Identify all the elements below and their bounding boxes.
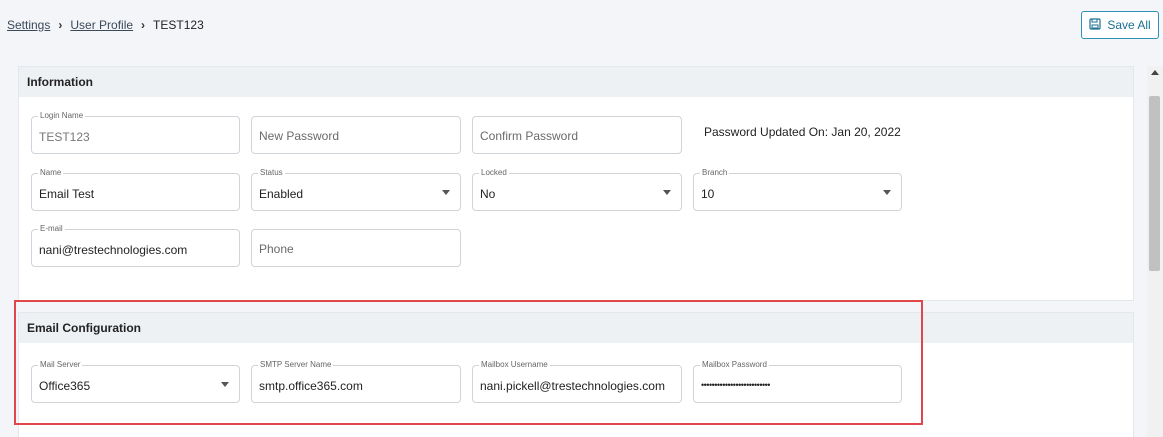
email-label: E-mail	[38, 224, 65, 234]
scroll-up-arrow-icon[interactable]	[1151, 70, 1159, 75]
breadcrumb: Settings › User Profile › TEST123	[7, 16, 204, 34]
branch-label: Branch	[700, 168, 730, 178]
new-password-placeholder: New Password	[259, 129, 340, 143]
chevron-right-icon: ›	[141, 18, 146, 32]
save-all-label: Save All	[1107, 18, 1151, 32]
mailbox-password-value: ••••••••••••••••••••••••••	[701, 380, 770, 390]
status-label: Status	[258, 168, 285, 178]
login-name-value: TEST123	[39, 130, 90, 144]
locked-value: No	[480, 187, 496, 201]
status-select[interactable]: Status Enabled	[251, 168, 461, 211]
chevron-down-icon	[442, 190, 450, 195]
breadcrumb-user-profile-link[interactable]: User Profile	[70, 18, 133, 32]
save-icon	[1089, 17, 1101, 33]
mailbox-password-label: Mailbox Password	[700, 360, 769, 370]
branch-select[interactable]: Branch 10	[693, 168, 902, 211]
smtp-server-field[interactable]: SMTP Server Name smtp.office365.com	[251, 360, 461, 403]
breadcrumb-settings-link[interactable]: Settings	[7, 18, 50, 32]
name-value: Email Test	[39, 187, 95, 201]
smtp-server-label: SMTP Server Name	[258, 360, 334, 370]
login-name-field[interactable]: Login Name TEST123	[31, 111, 240, 154]
breadcrumb-current: TEST123	[153, 18, 204, 32]
locked-label: Locked	[479, 168, 509, 178]
email-field[interactable]: E-mail nani@trestechnologies.com	[31, 224, 240, 267]
vertical-scrollbar[interactable]	[1147, 66, 1163, 437]
mailbox-username-field[interactable]: Mailbox Username nani.pickell@trestechno…	[472, 360, 682, 403]
confirm-password-placeholder: Confirm Password	[480, 129, 579, 143]
login-name-label: Login Name	[38, 111, 86, 121]
email-config-header: Email Configuration	[19, 313, 1133, 343]
mailbox-username-value: nani.pickell@trestechnologies.com	[480, 379, 665, 393]
information-header: Information	[19, 67, 1133, 97]
chevron-down-icon	[663, 190, 671, 195]
mail-server-select[interactable]: Mail Server Office365	[31, 360, 240, 403]
confirm-password-field[interactable]: Confirm Password	[472, 116, 682, 154]
new-password-field[interactable]: New Password	[251, 116, 461, 154]
password-updated-text: Password Updated On: Jan 20, 2022	[704, 125, 901, 139]
chevron-down-icon	[883, 190, 891, 195]
email-value: nani@trestechnologies.com	[39, 243, 188, 257]
mail-server-value: Office365	[39, 379, 91, 393]
branch-value: 10	[701, 187, 715, 201]
scroll-thumb[interactable]	[1149, 96, 1160, 271]
save-all-button[interactable]: Save All	[1081, 11, 1159, 39]
smtp-server-value: smtp.office365.com	[259, 379, 363, 393]
status-value: Enabled	[259, 187, 304, 201]
locked-select[interactable]: Locked No	[472, 168, 682, 211]
chevron-right-icon: ›	[58, 18, 63, 32]
mailbox-username-label: Mailbox Username	[479, 360, 550, 370]
name-field[interactable]: Name Email Test	[31, 168, 240, 211]
phone-field[interactable]: Phone	[251, 229, 461, 267]
name-label: Name	[38, 168, 64, 178]
phone-placeholder: Phone	[259, 242, 294, 256]
chevron-down-icon	[221, 382, 229, 387]
mail-server-label: Mail Server	[38, 360, 83, 370]
mailbox-password-field[interactable]: Mailbox Password •••••••••••••••••••••••…	[693, 360, 902, 403]
